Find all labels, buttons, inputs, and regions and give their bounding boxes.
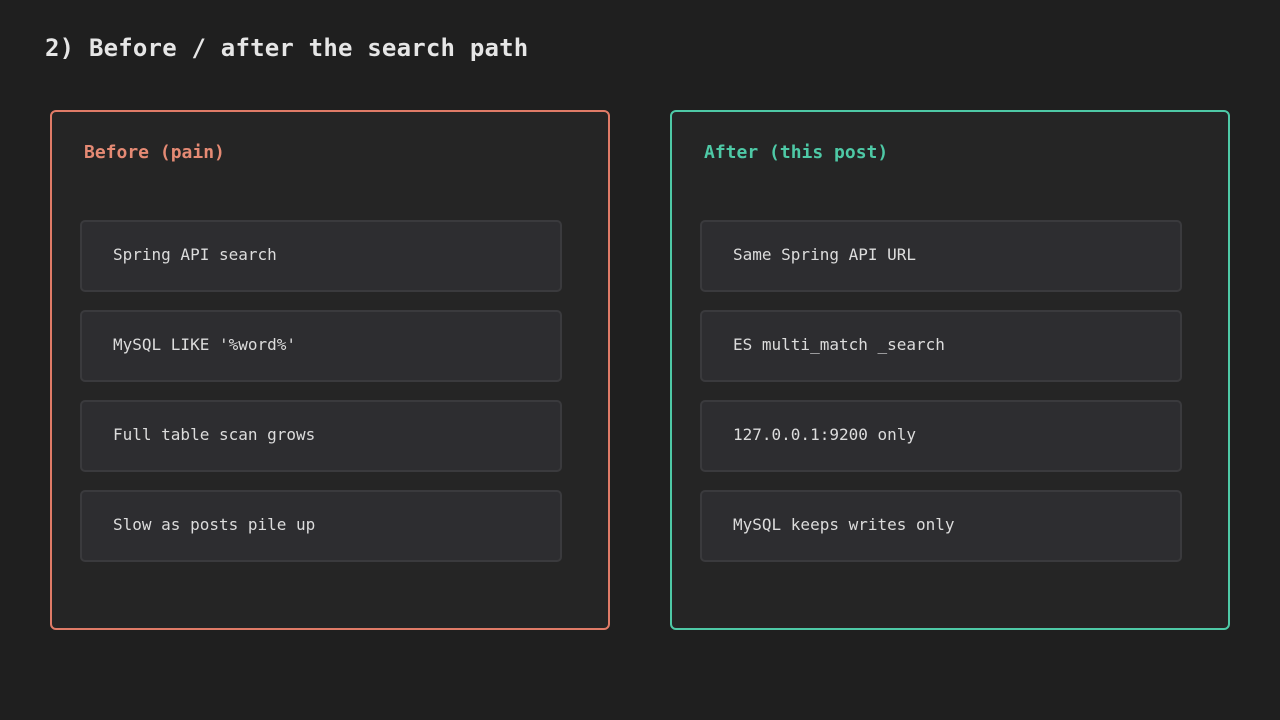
- after-step-4: MySQL keeps writes only: [700, 490, 1182, 562]
- before-steps-list: Spring API search MySQL LIKE '%word%' Fu…: [80, 220, 562, 580]
- after-step-2: ES multi_match _search: [700, 310, 1182, 382]
- before-step-1: Spring API search: [80, 220, 562, 292]
- page-title: 2) Before / after the search path: [45, 34, 529, 62]
- before-step-3: Full table scan grows: [80, 400, 562, 472]
- before-step-4: Slow as posts pile up: [80, 490, 562, 562]
- before-panel: Before (pain) Spring API search MySQL LI…: [50, 110, 610, 630]
- after-steps-list: Same Spring API URL ES multi_match _sear…: [700, 220, 1182, 580]
- after-panel-heading: After (this post): [704, 142, 889, 163]
- after-step-3: 127.0.0.1:9200 only: [700, 400, 1182, 472]
- before-panel-heading: Before (pain): [84, 142, 225, 163]
- before-step-2: MySQL LIKE '%word%': [80, 310, 562, 382]
- after-step-1: Same Spring API URL: [700, 220, 1182, 292]
- after-panel: After (this post) Same Spring API URL ES…: [670, 110, 1230, 630]
- page: 2) Before / after the search path Before…: [0, 0, 1280, 720]
